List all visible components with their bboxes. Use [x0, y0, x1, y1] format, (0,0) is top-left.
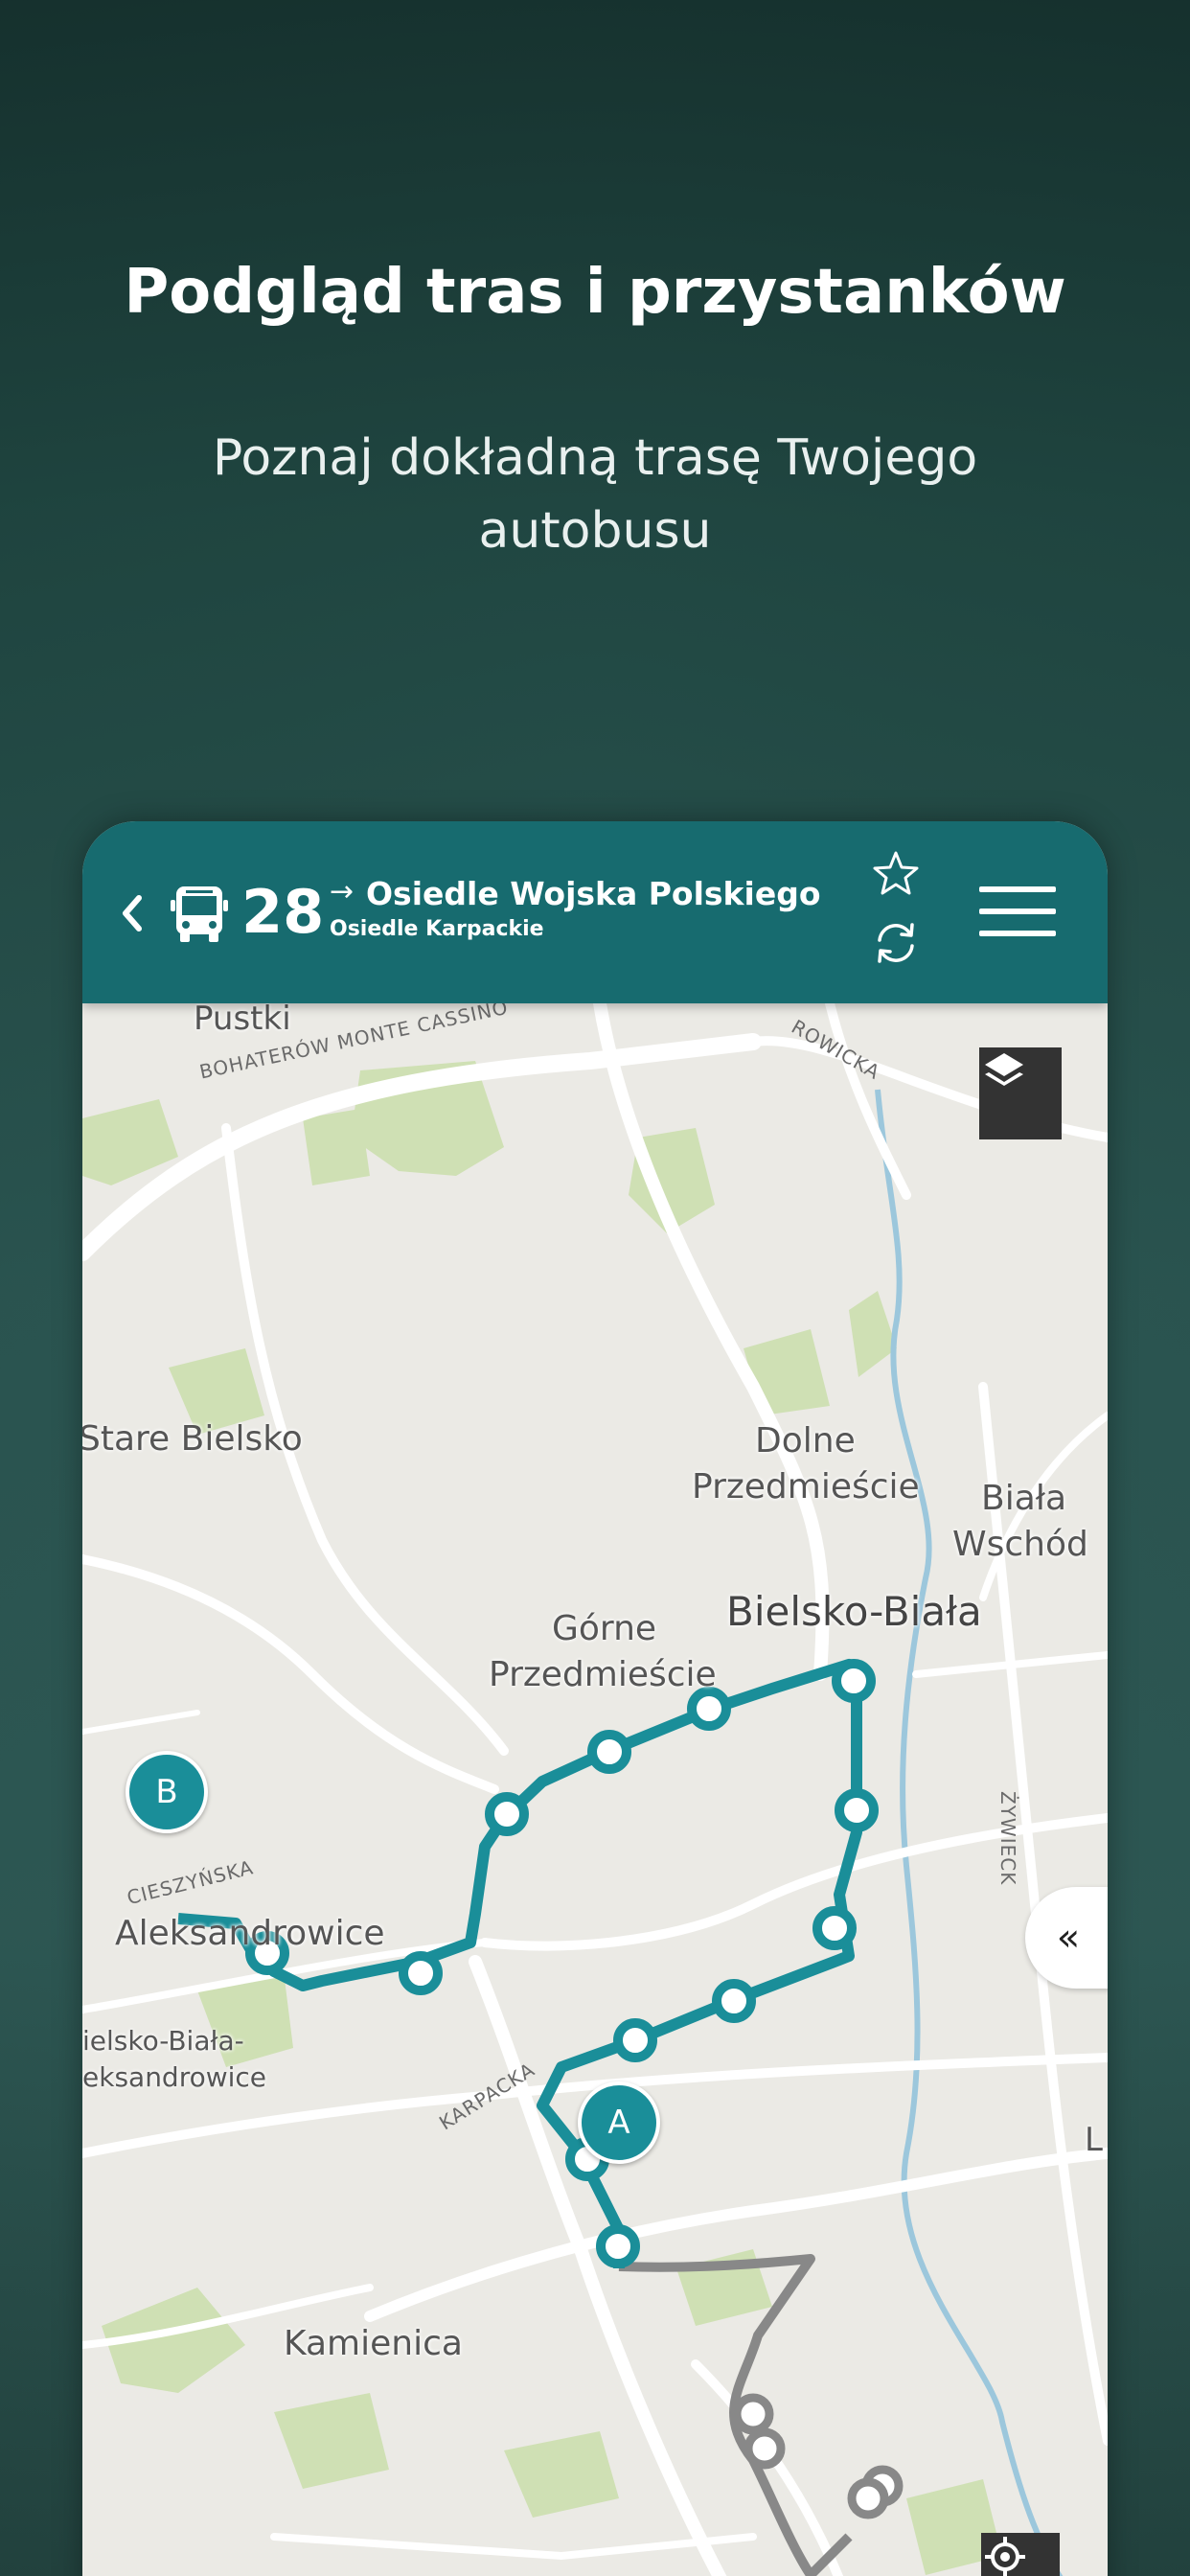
chevron-left-icon [123, 895, 142, 932]
place-edge-l: L [1085, 2121, 1103, 2159]
locate-me-button[interactable] [981, 2533, 1060, 2576]
hamburger-menu-icon[interactable] [979, 886, 1056, 936]
street-zywiecka: ŻYWIECK [996, 1791, 1019, 1886]
place-pustki: Pustki [194, 1000, 291, 1038]
place-station-1: ielsko-Biała- [82, 2025, 244, 2057]
reverse-direction-icon[interactable] [870, 917, 922, 969]
place-gorne-1: Górne [552, 1609, 657, 1648]
place-gorne-2: Przedmieście [489, 1655, 717, 1694]
route-header: 28 → Osiedle Wojska Polskiego Osiedle Ka… [82, 821, 1108, 1003]
map-layers-button[interactable] [979, 1047, 1062, 1139]
bus-icon [171, 886, 228, 942]
place-stare-bielsko: Stare Bielsko [82, 1419, 303, 1459]
promo-headline: Podgląd tras i przystanków [124, 257, 1066, 328]
map-canvas [82, 1003, 1108, 2576]
crosshair-icon [985, 2537, 1025, 2576]
place-biala-1: Biała [981, 1479, 1067, 1518]
layers-icon [985, 1053, 1023, 1086]
favorite-star-icon[interactable] [870, 848, 922, 900]
place-dolne-2: Przedmieście [692, 1467, 920, 1506]
place-dolne-1: Dolne [755, 1421, 856, 1460]
arrow-right-icon: → [330, 875, 355, 908]
back-button[interactable] [103, 877, 161, 950]
route-map[interactable]: Pustki Stare Bielsko Dolne Przedmieście … [82, 996, 1108, 2576]
place-aleksandrowice: Aleksandrowice [115, 1914, 385, 1953]
promo-subline: Poznaj dokładną trasę Twojego autobusu [212, 429, 978, 560]
phone-screen: 28 → Osiedle Wojska Polskiego Osiedle Ka… [82, 821, 1108, 2576]
place-biala-2: Wschód [952, 1525, 1088, 1564]
route-start-marker[interactable]: A [578, 2082, 660, 2164]
route-origin: Osiedle Karpackie [330, 917, 544, 941]
place-station-2: eksandrowice [82, 2061, 267, 2093]
route-end-marker[interactable]: B [126, 1751, 208, 1833]
place-kamienica: Kamienica [284, 2324, 463, 2363]
route-destination: Osiedle Wojska Polskiego [366, 875, 821, 912]
place-bielsko-biala: Bielsko-Biała [726, 1588, 982, 1635]
route-number: 28 [241, 877, 325, 947]
